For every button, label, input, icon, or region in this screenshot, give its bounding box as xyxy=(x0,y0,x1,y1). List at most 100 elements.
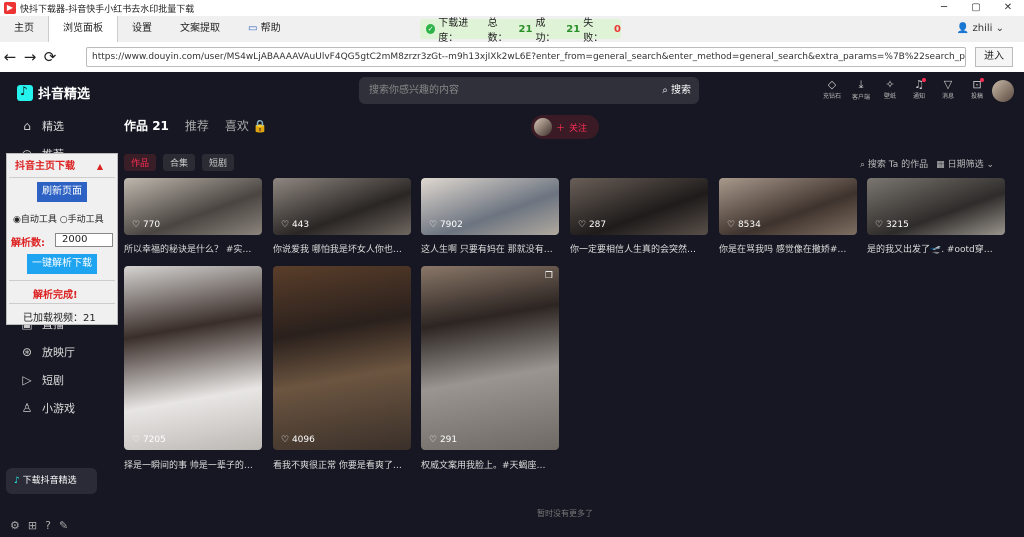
subtab-works[interactable]: 作品 xyxy=(124,154,157,171)
theater-icon: ⊛ xyxy=(21,345,33,359)
download-app-button[interactable]: ♪ 下载抖音精选 xyxy=(6,468,97,494)
recharge-button[interactable]: ◇ 充钻石 xyxy=(822,78,842,101)
follow-button[interactable]: ＋关注 xyxy=(531,115,599,139)
collapse-icon[interactable]: ▲ xyxy=(97,156,103,178)
radio-auto[interactable]: ◉ xyxy=(13,215,21,225)
wallpaper-button[interactable]: ✧ 壁纸 xyxy=(880,78,900,101)
video-caption[interactable]: 你一定要相信人生真的会突然… xyxy=(570,242,708,255)
tab-text-extract[interactable]: 文案提取 xyxy=(166,16,234,42)
video-card[interactable]: ♡ 7902 xyxy=(421,178,559,235)
badge-dot xyxy=(922,78,926,82)
send-icon: ▽ xyxy=(943,78,953,91)
download-panel: 抖音主页下载 ▲ 刷新页面 ◉自动工具 ○手动工具 解析数: 2000 一键解析下… xyxy=(6,153,118,325)
like-count: 7205 xyxy=(142,435,166,445)
url-input[interactable]: https://www.douyin.com/user/MS4wLjABAAAA… xyxy=(86,47,966,67)
tab-works[interactable]: 作品 21 xyxy=(124,117,169,134)
subtab-drama[interactable]: 短剧 xyxy=(202,154,235,171)
feedback-icon[interactable]: ✎ xyxy=(59,519,68,532)
date-filter-button[interactable]: ▦ 日期筛选 ⌄ xyxy=(936,157,994,170)
grid-icon[interactable]: ⊞ xyxy=(28,519,37,532)
user-menu[interactable]: 👤 zhili ⌄ xyxy=(957,16,1004,42)
video-caption[interactable]: 所以幸福的秘诀是什么？ #实… xyxy=(124,242,262,255)
tab-likes[interactable]: 喜欢 🔒 xyxy=(225,117,268,134)
likes: ♡ 770 xyxy=(132,220,160,230)
likes: ♡ 8534 xyxy=(727,220,761,230)
calendar-icon: ▦ xyxy=(936,160,945,170)
video-caption[interactable]: 权威文案用我脸上。#天蝎座… xyxy=(421,458,559,471)
video-caption[interactable]: 这人生啊 只要有妈在 那就没有… xyxy=(421,242,559,255)
upload-button[interactable]: ⊡ 投稿 xyxy=(967,78,987,101)
video-card[interactable]: ♡ 770 xyxy=(124,178,262,235)
site-logo[interactable]: 抖音精选 xyxy=(17,83,90,102)
video-caption[interactable]: 是的我又出发了🛫. #ootd穿… xyxy=(867,242,1005,255)
likes: ♡ 287 xyxy=(578,220,606,230)
video-card[interactable]: ♡ 443 xyxy=(273,178,411,235)
minimize-icon[interactable]: ─ xyxy=(928,0,960,16)
sub-tabs: 作品 合集 短剧 xyxy=(124,154,235,171)
go-button[interactable]: 进入 xyxy=(975,47,1013,67)
client-label: 客户端 xyxy=(851,94,870,101)
fail-count: 0 xyxy=(614,23,622,35)
likes: ♡ 3215 xyxy=(875,220,909,230)
close-icon[interactable]: ✕ xyxy=(992,0,1024,16)
tab-home[interactable]: 主页 xyxy=(0,16,48,42)
search-input[interactable]: 搜索你感兴趣的内容 ⌕ 搜索 xyxy=(359,77,699,104)
tab-recommend[interactable]: 推荐 xyxy=(185,117,209,134)
like-count: 287 xyxy=(588,220,607,230)
tab-browse[interactable]: 浏览面板 xyxy=(48,16,118,42)
parse-download-button[interactable]: 一键解析下载 xyxy=(27,254,97,274)
tab-help[interactable]: ▭ 帮助 xyxy=(234,16,295,42)
total-label: 总数： xyxy=(487,18,508,44)
download-app-label: 下载抖音精选 xyxy=(22,476,77,486)
window-controls: ─ ▢ ✕ xyxy=(928,0,1024,16)
avatar[interactable] xyxy=(992,80,1014,102)
diamond-icon: ◇ xyxy=(827,78,837,91)
home-icon: ⌂ xyxy=(23,119,31,133)
tab-settings[interactable]: 设置 xyxy=(118,16,166,42)
video-card[interactable]: ❐ ♡ 291 xyxy=(421,266,559,450)
video-card[interactable]: ♡ 3215 xyxy=(867,178,1005,235)
divider xyxy=(9,303,115,304)
search-button-label: 搜索 xyxy=(671,85,691,96)
user-name: zhili xyxy=(972,23,993,34)
refresh-page-button[interactable]: 刷新页面 xyxy=(37,182,87,202)
notify-button[interactable]: ♫ 通知 xyxy=(909,78,929,101)
message-button[interactable]: ▽ 消息 xyxy=(938,78,958,101)
video-card[interactable]: ♡ 287 xyxy=(570,178,708,235)
forward-icon[interactable]: → xyxy=(20,48,40,66)
likes: ♡ 7902 xyxy=(429,220,463,230)
heart-icon: ♡ xyxy=(281,220,290,230)
sidebar-item-theater[interactable]: ⊛ 放映厅 xyxy=(20,344,75,360)
search-works-button[interactable]: ⌕ 搜索 Ta 的作品 xyxy=(860,157,928,170)
sidebar-footer: ⚙ ⊞ ? ✎ xyxy=(10,519,68,532)
help-icon[interactable]: ? xyxy=(45,519,51,532)
video-caption[interactable]: 你是在骂我吗 感觉像在撒娇#… xyxy=(719,242,857,255)
back-icon[interactable]: ← xyxy=(0,48,20,66)
subtab-collections[interactable]: 合集 xyxy=(163,154,196,171)
video-card[interactable]: ♡ 4096 xyxy=(273,266,411,450)
video-card[interactable]: ♡ 7205 xyxy=(124,266,262,450)
video-caption[interactable]: 看我不爽很正常 你要是看爽了… xyxy=(273,458,411,471)
video-caption[interactable]: 你说爱我 哪怕我是坏女人你也… xyxy=(273,242,411,255)
parse-status: 解析完成! xyxy=(33,290,78,301)
search-button[interactable]: ⌕ 搜索 xyxy=(662,77,691,104)
like-count: 8534 xyxy=(737,220,761,230)
tab-likes-label: 喜欢 xyxy=(224,119,249,133)
video-card[interactable]: ♡ 8534 xyxy=(719,178,857,235)
radio-manual[interactable]: ○ xyxy=(60,215,68,225)
settings-icon[interactable]: ⚙ xyxy=(10,519,20,532)
date-filter-label: 日期筛选 xyxy=(947,160,984,170)
tab-works-label: 作品 xyxy=(124,119,149,133)
sidebar-item-featured[interactable]: ⌂ 精选 xyxy=(20,118,64,134)
radio-manual-label: 手动工具 xyxy=(67,215,104,225)
refresh-icon[interactable]: ⟳ xyxy=(40,48,60,66)
sidebar-item-label: 小游戏 xyxy=(42,402,75,415)
video-caption[interactable]: 择是一瞬间的事 帅是一辈子的… xyxy=(124,458,262,471)
sidebar-item-game[interactable]: ♙ 小游戏 xyxy=(20,400,75,416)
parse-count-input[interactable]: 2000 xyxy=(55,233,113,247)
sidebar-item-drama[interactable]: ▷ 短剧 xyxy=(20,372,64,388)
wallpaper-label: 壁纸 xyxy=(883,93,896,100)
client-button[interactable]: ⤓ 客户端 xyxy=(851,78,871,101)
maximize-icon[interactable]: ▢ xyxy=(960,0,992,16)
panel-title[interactable]: 抖音主页下载 ▲ xyxy=(9,156,115,178)
